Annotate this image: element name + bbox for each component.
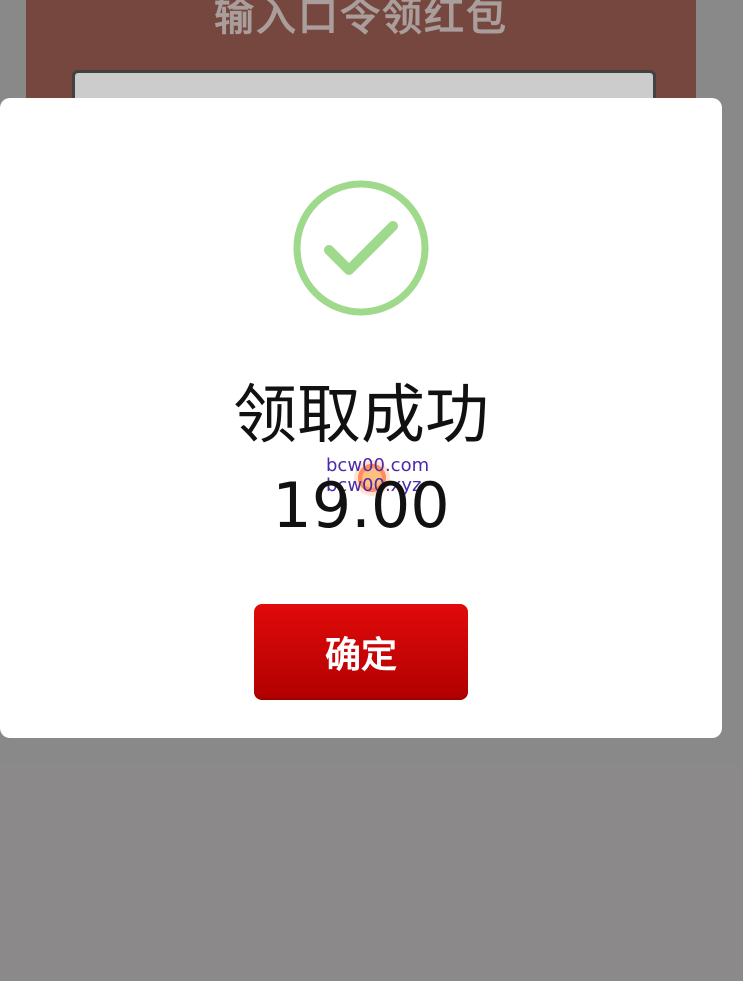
check-circle-icon — [291, 178, 431, 318]
reward-amount: 19.00 — [272, 469, 450, 542]
success-title: 领取成功 — [233, 379, 489, 453]
confirm-button[interactable]: 确定 — [254, 604, 468, 700]
success-modal: 领取成功 bcw00.com bcw00.xyz 19.00 确定 — [0, 98, 722, 738]
